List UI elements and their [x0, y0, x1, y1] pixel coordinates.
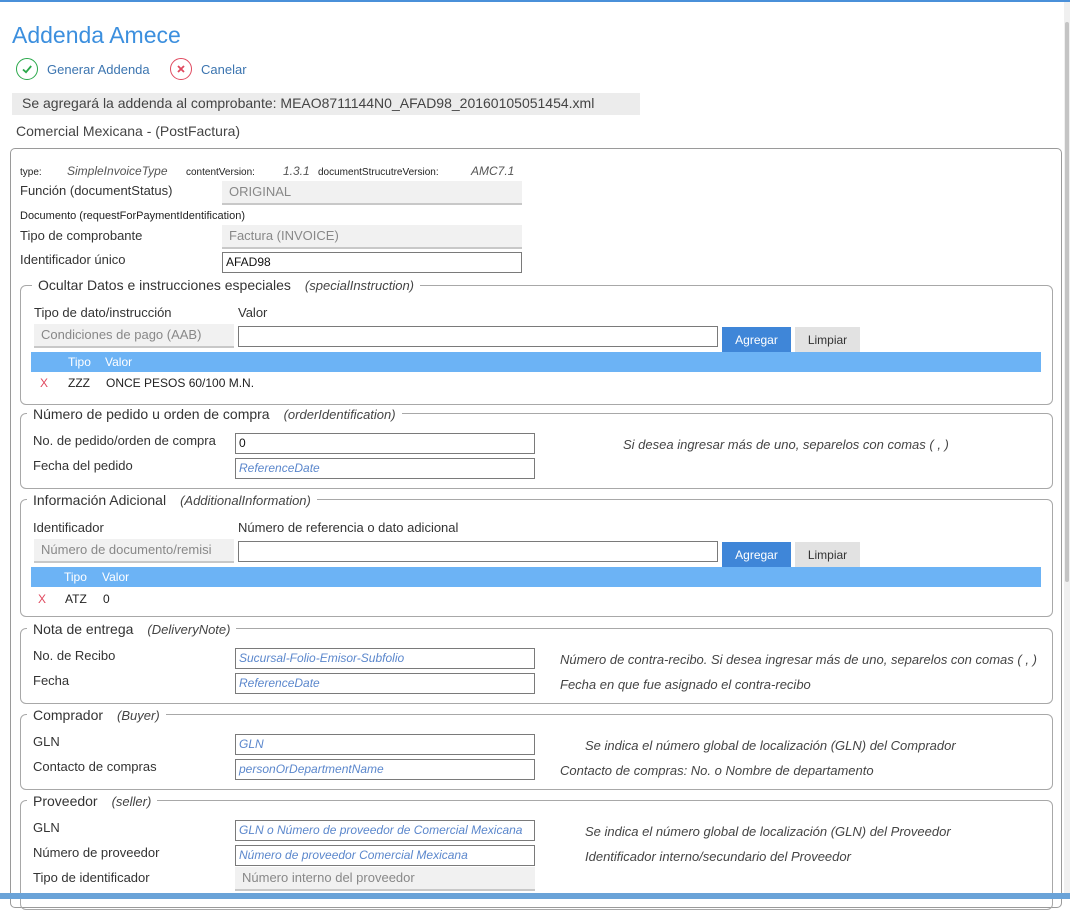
identificador-input[interactable]: AFAD98: [222, 252, 522, 273]
additional-legend: Información Adicional (AdditionalInforma…: [27, 492, 317, 508]
delivery-date-label: Fecha: [33, 673, 70, 688]
generate-addenda-label: Generar Addenda: [47, 61, 150, 77]
delivery-legend: Nota de entrega (DeliveryNote): [27, 621, 237, 637]
order-date-input[interactable]: ReferenceDate: [235, 458, 535, 479]
buyer-contact-hint: Contacto de compras: No. o Nombre de dep…: [560, 763, 874, 778]
generate-addenda-button[interactable]: Generar Addenda: [16, 58, 150, 80]
cancel-button[interactable]: Canelar: [170, 58, 247, 80]
documento-label: Documento (requestForPaymentIdentificati…: [20, 210, 245, 222]
valor-label: Valor: [238, 305, 268, 320]
additional-title: Información Adicional: [33, 492, 167, 508]
special-instruction-legend[interactable]: Ocultar Datos e instrucciones especiales…: [32, 277, 421, 293]
close-icon: [170, 58, 192, 80]
scrollbar[interactable]: [1064, 2, 1070, 893]
col-tipo: Tipo: [68, 355, 91, 369]
funcion-field: ORIGINAL: [222, 181, 522, 205]
tipo-dato-label: Tipo de dato/instrucción: [34, 305, 172, 320]
type-label: type:: [20, 167, 42, 178]
window-top-border: [0, 0, 1070, 2]
col-valor: Valor: [102, 570, 130, 584]
seller-legend: Proveedor (seller): [27, 793, 158, 809]
special-instruction-title[interactable]: Ocultar Datos e instrucciones especiales: [38, 277, 291, 293]
identificador-col-label: Identificador: [33, 520, 104, 535]
buyer-gln-input[interactable]: GLN: [235, 734, 535, 755]
buyer-gln-label: GLN: [33, 734, 60, 749]
seller-tag: (seller): [111, 794, 152, 809]
order-date-label: Fecha del pedido: [33, 458, 133, 473]
seller-gln-hint: Se indica el número global de localizaci…: [585, 824, 951, 839]
window-bottom-border: [0, 893, 1070, 899]
addenda-subtitle: Comercial Mexicana - (PostFactura): [16, 123, 241, 139]
type-value: SimpleInvoiceType: [67, 164, 168, 178]
notice-banner: Se agregará la addenda al comprobante: M…: [12, 93, 640, 115]
row-valor: 0: [103, 592, 110, 606]
delivery-tag: (DeliveryNote): [147, 622, 231, 637]
delivery-title: Nota de entrega: [33, 621, 134, 637]
buyer-contact-input[interactable]: personOrDepartmentName: [235, 759, 535, 780]
instruction-type-select[interactable]: Condiciones de pago (AAB): [34, 324, 234, 348]
identificador-label: Identificador único: [20, 252, 126, 267]
order-tag: (orderIdentification): [283, 407, 396, 422]
referencia-col-label: Número de referencia o dato adicional: [238, 520, 459, 535]
scrollbar-thumb[interactable]: [1065, 22, 1069, 582]
receipt-label: No. de Recibo: [33, 648, 116, 663]
delivery-date-input[interactable]: ReferenceDate: [235, 673, 535, 694]
order-legend: Número de pedido u orden de compra (orde…: [27, 406, 402, 422]
special-instruction-tag: (specialInstruction): [304, 278, 415, 293]
supplier-number-hint: Identificador interno/secundario del Pro…: [585, 849, 851, 864]
doc-version-value: AMC7.1: [471, 164, 515, 178]
content-version-value: 1.3.1: [283, 164, 310, 178]
row-valor: ONCE PESOS 60/100 M.N.: [106, 376, 255, 390]
tipo-comprobante-field: Factura (INVOICE): [222, 225, 522, 249]
additional-table-header: Tipo Valor: [31, 567, 1041, 587]
supplier-number-label: Número de proveedor: [33, 845, 160, 860]
funcion-label: Función (documentStatus): [20, 183, 173, 198]
receipt-input[interactable]: Sucursal-Folio-Emisor-Subfolio: [235, 648, 535, 669]
col-tipo: Tipo: [64, 570, 87, 584]
doc-version-label: documentStrucutreVersion:: [318, 167, 439, 178]
additional-type-select[interactable]: Número de documento/remisi: [34, 539, 234, 563]
instruction-value-input[interactable]: [238, 326, 718, 347]
id-type-select[interactable]: Número interno del proveedor: [235, 867, 535, 891]
buyer-contact-label: Contacto de compras: [33, 759, 157, 774]
order-number-input[interactable]: 0: [235, 433, 535, 454]
buyer-gln-hint: Se indica el número global de localizaci…: [585, 738, 956, 753]
delete-row-icon[interactable]: X: [40, 376, 48, 390]
seller-gln-input[interactable]: GLN o Número de proveedor de Comercial M…: [235, 820, 535, 841]
instruction-table-header: Tipo Valor: [31, 352, 1041, 372]
delivery-date-hint: Fecha en que fue asignado el contra-reci…: [560, 677, 811, 692]
additional-value-input[interactable]: [238, 541, 718, 562]
buyer-legend: Comprador (Buyer): [27, 707, 166, 723]
seller-gln-label: GLN: [33, 820, 60, 835]
page-title: Addenda Amece: [12, 22, 181, 48]
id-type-label: Tipo de identificador: [33, 870, 150, 885]
clear-instruction-button[interactable]: Limpiar: [795, 327, 860, 352]
add-instruction-button[interactable]: Agregar: [722, 327, 791, 352]
seller-title: Proveedor: [33, 793, 98, 809]
order-number-label: No. de pedido/orden de compra: [33, 433, 216, 448]
clear-additional-button[interactable]: Limpiar: [795, 542, 860, 567]
order-hint: Si desea ingresar más de uno, separelos …: [623, 437, 949, 452]
delete-row-icon[interactable]: X: [38, 592, 46, 606]
order-title: Número de pedido u orden de compra: [33, 406, 270, 422]
buyer-title: Comprador: [33, 707, 104, 723]
row-tipo: ZZZ: [68, 376, 90, 390]
buyer-tag: (Buyer): [117, 708, 160, 723]
additional-tag: (AdditionalInformation): [180, 493, 311, 508]
content-version-label: contentVersion:: [186, 167, 255, 178]
row-tipo: ATZ: [65, 592, 87, 606]
tipo-comprobante-label: Tipo de comprobante: [20, 228, 143, 243]
col-valor: Valor: [105, 355, 133, 369]
supplier-number-input[interactable]: Número de proveedor Comercial Mexicana: [235, 845, 535, 866]
cancel-label: Canelar: [201, 61, 247, 77]
check-icon: [16, 58, 38, 80]
add-additional-button[interactable]: Agregar: [722, 542, 791, 567]
receipt-hint: Número de contra-recibo. Si desea ingres…: [560, 652, 1037, 667]
